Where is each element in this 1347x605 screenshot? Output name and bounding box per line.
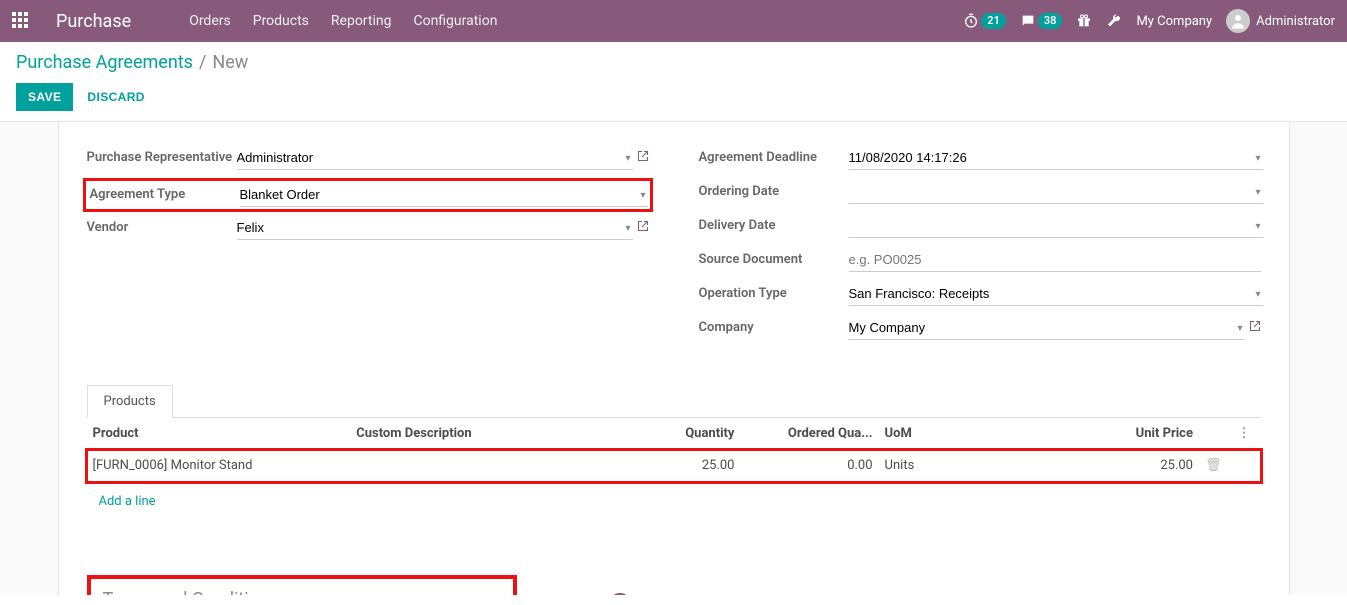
agreement-type-label: Agreement Type <box>90 183 240 202</box>
form-left-col: Purchase Representative ▾ Agreement Type… <box>87 146 649 350</box>
save-button[interactable]: SAVE <box>16 83 73 111</box>
field-source-doc: Source Document <box>699 248 1261 276</box>
agreement-type-input[interactable] <box>240 183 649 207</box>
products-table: Product Custom Description Quantity Orde… <box>87 418 1261 525</box>
menu-reporting[interactable]: Reporting <box>331 13 392 29</box>
deadline-input[interactable] <box>849 146 1264 170</box>
breadcrumb: Purchase Agreements / New <box>0 42 1347 77</box>
user-menu[interactable]: Administrator <box>1226 9 1335 33</box>
top-navbar: Purchase Orders Products Reporting Confi… <box>0 0 1347 42</box>
apps-icon[interactable] <box>12 12 30 30</box>
field-delivery-date: Delivery Date ▾ <box>699 214 1261 242</box>
content-scroll[interactable]: Purchase Representative ▾ Agreement Type… <box>0 122 1347 595</box>
col-trash <box>1199 418 1228 450</box>
col-product: Product <box>87 418 351 450</box>
add-line-link[interactable]: Add a line <box>93 486 162 517</box>
menu-orders[interactable]: Orders <box>189 13 231 29</box>
deadline-label: Agreement Deadline <box>699 146 849 165</box>
tabs: Products <box>87 384 1261 418</box>
map-pin-icon <box>607 593 633 595</box>
breadcrumb-current: New <box>212 52 248 73</box>
cell-ordered[interactable]: 0.00 <box>740 450 878 482</box>
cell-price[interactable]: 25.00 <box>1073 450 1199 482</box>
field-ordering-date: Ordering Date ▾ <box>699 180 1261 208</box>
kebab-icon[interactable]: ⋮ <box>1234 426 1255 441</box>
chat-widget[interactable]: 38 <box>1020 13 1063 29</box>
purchase-rep-input[interactable] <box>237 146 634 170</box>
company-input[interactable] <box>849 316 1246 340</box>
col-desc: Custom Description <box>350 418 625 450</box>
field-vendor: Vendor ▾ <box>87 216 649 244</box>
field-agreement-type: Agreement Type ▾ <box>83 178 653 212</box>
app-title: Purchase <box>56 11 131 32</box>
user-name: Administrator <box>1256 14 1335 29</box>
col-ordered: Ordered Qua... <box>740 418 878 450</box>
external-link-icon[interactable] <box>1249 320 1261 336</box>
col-qty: Quantity <box>625 418 740 450</box>
cell-qty[interactable]: 25.00 <box>625 450 740 482</box>
nav-menu: Orders Products Reporting Configuration <box>189 13 497 29</box>
vendor-input[interactable] <box>237 216 634 240</box>
trash-icon[interactable]: 🗑 <box>1205 458 1222 473</box>
wrench-icon[interactable] <box>1106 13 1122 29</box>
external-link-icon[interactable] <box>637 220 649 236</box>
op-type-label: Operation Type <box>699 282 849 301</box>
company-label: Company <box>699 316 849 335</box>
vendor-label: Vendor <box>87 216 237 235</box>
company-selector[interactable]: My Company <box>1136 14 1212 29</box>
cell-product[interactable]: [FURN_0006] Monitor Stand <box>87 450 351 482</box>
timer-icon <box>963 13 979 29</box>
timer-widget[interactable]: 21 <box>963 13 1006 29</box>
nav-right: 21 38 My Company Administrator <box>963 9 1335 33</box>
terms-box: Terms and Conditions Purchase minimum 25… <box>87 575 517 595</box>
col-price: Unit Price <box>1073 418 1199 450</box>
field-purchase-rep: Purchase Representative ▾ <box>87 146 649 174</box>
chat-badge: 38 <box>1038 13 1063 29</box>
field-company: Company ▾ <box>699 316 1261 344</box>
cell-desc[interactable] <box>350 450 625 482</box>
col-kebab: ⋮ <box>1228 418 1261 450</box>
col-uom: UoM <box>879 418 1073 450</box>
gift-icon[interactable] <box>1076 13 1092 29</box>
breadcrumb-sep: / <box>199 52 206 73</box>
delivery-input[interactable] <box>849 214 1264 238</box>
form-sheet: Purchase Representative ▾ Agreement Type… <box>58 122 1290 595</box>
action-row: SAVE DISCARD <box>0 77 1347 122</box>
ordering-label: Ordering Date <box>699 180 849 199</box>
breadcrumb-parent[interactable]: Purchase Agreements <box>16 52 193 73</box>
source-label: Source Document <box>699 248 849 267</box>
form-right-col: Agreement Deadline ▾ Ordering Date ▾ Del… <box>699 146 1261 350</box>
tab-products[interactable]: Products <box>87 385 173 418</box>
ordering-input[interactable] <box>849 180 1264 204</box>
source-input[interactable] <box>849 248 1261 272</box>
field-deadline: Agreement Deadline ▾ <box>699 146 1261 174</box>
avatar-icon <box>1226 9 1250 33</box>
nav-left: Purchase Orders Products Reporting Confi… <box>12 11 497 32</box>
cell-uom[interactable]: Units <box>879 450 1073 482</box>
discard-button[interactable]: DISCARD <box>87 90 144 104</box>
external-link-icon[interactable] <box>637 150 649 166</box>
menu-products[interactable]: Products <box>253 13 309 29</box>
delivery-label: Delivery Date <box>699 214 849 233</box>
chat-icon <box>1020 13 1036 29</box>
cell-delete: 🗑 <box>1199 450 1228 482</box>
terms-title: Terms and Conditions <box>103 589 501 595</box>
op-type-input[interactable] <box>849 282 1264 306</box>
menu-configuration[interactable]: Configuration <box>413 13 497 29</box>
timer-badge: 21 <box>981 13 1006 29</box>
table-row[interactable]: [FURN_0006] Monitor Stand 25.00 0.00 Uni… <box>87 450 1261 482</box>
field-op-type: Operation Type ▾ <box>699 282 1261 310</box>
purchase-rep-label: Purchase Representative <box>87 146 237 165</box>
